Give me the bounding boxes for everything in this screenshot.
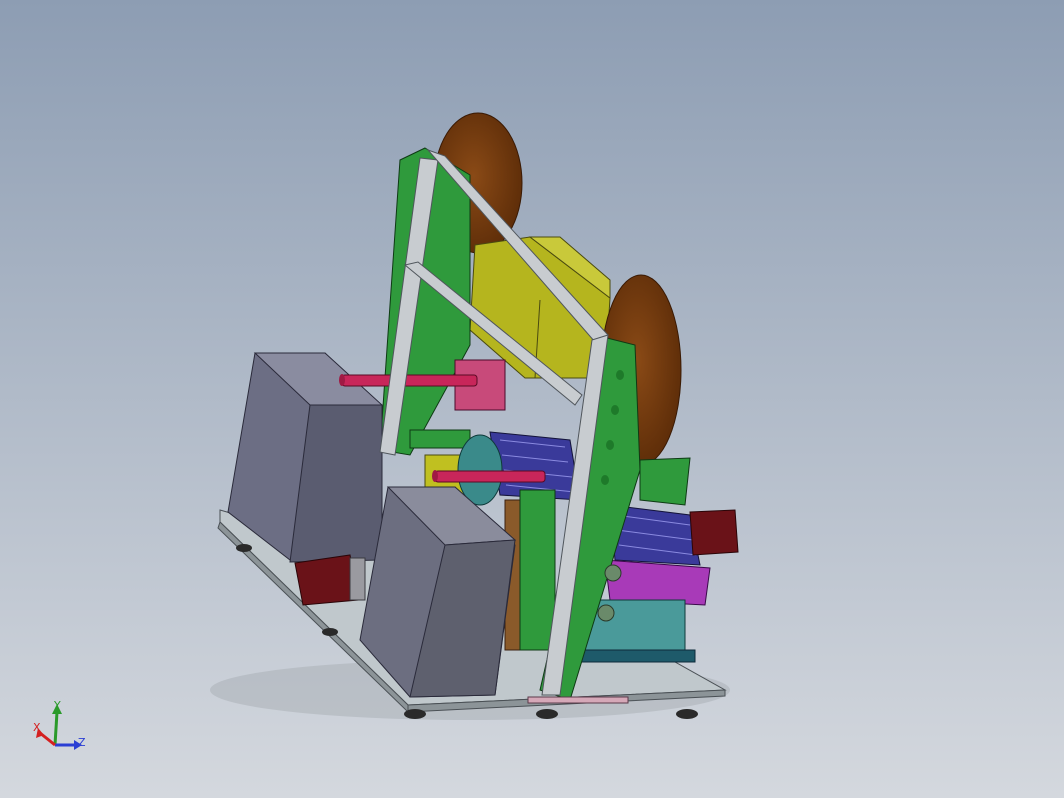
- lower-shaft[interactable]: [432, 470, 546, 483]
- model-canvas[interactable]: Y Z X: [0, 0, 1064, 798]
- bottom-handle[interactable]: [527, 696, 629, 704]
- upper-shaft[interactable]: [339, 374, 478, 387]
- y-axis-label: Y: [53, 699, 61, 712]
- z-axis-label: Z: [78, 736, 86, 749]
- left-motor[interactable]: [294, 554, 366, 606]
- y-axis-arrow: [53, 711, 59, 746]
- x-axis-label: X: [33, 721, 41, 734]
- cad-viewport[interactable]: Y Z X: [0, 0, 1064, 798]
- right-motor[interactable]: [689, 509, 739, 556]
